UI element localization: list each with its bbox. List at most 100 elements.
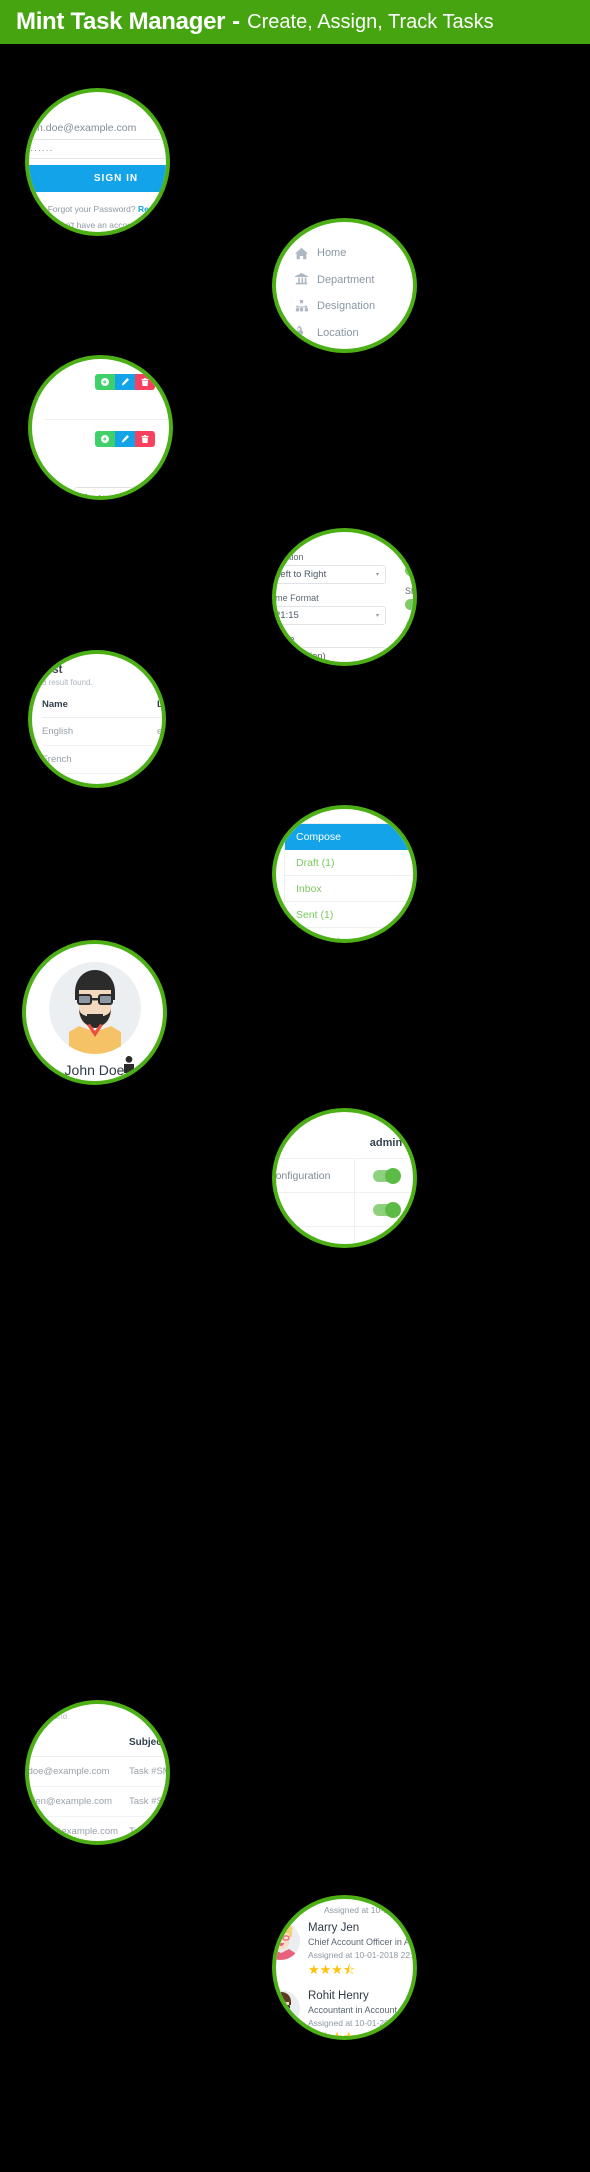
mail-item-label: Inbox [296, 882, 322, 895]
show-error-toggle[interactable] [405, 599, 413, 610]
chevron-down-icon: ▾ [375, 613, 379, 619]
forgot-password-label: Forgot your Password? [47, 204, 136, 214]
table-row[interactable]: marry.jen@example.com Task #SM0 [26, 1787, 170, 1817]
announcement-label: Announcem [405, 620, 417, 630]
per-page-select[interactable]: 5 per page ▼ [74, 487, 169, 500]
trash-icon[interactable] [135, 374, 155, 390]
cell-name: English [42, 726, 74, 737]
time-format-select[interactable]: 21:15 ▾ [276, 606, 386, 625]
bank-icon [294, 273, 308, 287]
table-row[interactable]: English en [42, 718, 163, 746]
direction-select[interactable]: Left to Right ▾ [276, 565, 386, 584]
sitemap-icon [294, 299, 308, 313]
app-title: Mint Task Manager [16, 8, 226, 35]
bubble-mail-nav: Compose Draft (1) Inbox Sent (1) Importa… [272, 805, 417, 943]
no-account-label: Don't have an account? [54, 220, 144, 231]
cell-for: marry.jen@example.com [26, 1796, 113, 1807]
sidebar-item-department[interactable]: Department [294, 267, 413, 294]
direction-label: Direction [274, 552, 304, 562]
column-header-admin: admin [369, 1137, 403, 1149]
chevron-down-icon: ▾ [375, 654, 379, 660]
announcement-toggle[interactable] [405, 633, 413, 644]
locale-value: English (en) [275, 651, 326, 662]
cell-for: rohit.henry@example.com [25, 1826, 119, 1837]
reset-password-link[interactable]: Reset here! [138, 204, 166, 214]
assigned-time: Assigned at 10-01-2018 22 [308, 2018, 411, 2028]
table-row[interactable]: rohit.henry@example.com Task #S [25, 1817, 166, 1841]
table-header: Name Locale [42, 699, 162, 718]
cell-subject: Task #SM0 [129, 1766, 170, 1777]
row-divider [44, 419, 169, 420]
column-header-name: Name [42, 699, 68, 710]
sidebar-item-label: Designation [317, 300, 376, 313]
sidebar-item-label: Location [317, 326, 359, 339]
mail-item-draft[interactable]: Draft (1) [285, 850, 413, 876]
cell-locale: Hi [157, 782, 166, 788]
sidebar-item-user[interactable]: User [294, 346, 413, 353]
mail-item-label: Draft (1) [296, 856, 335, 869]
admin-permission-toggle[interactable] [373, 1235, 401, 1244]
avatar-background [48, 962, 141, 1054]
permissions-row: Configuration [272, 1158, 413, 1193]
list-item[interactable]: Marry Jen Chief Account Officer in Ac As… [276, 1922, 415, 1983]
cell-name: Hindi [42, 782, 64, 788]
sign-up-link[interactable]: Sign up [146, 220, 166, 230]
bubble-main-nav: Home Department Designation Location [272, 218, 417, 353]
table-row[interactable]: john.doe@example.com Task #SM0 [25, 1757, 170, 1787]
screenshot-root: Mint Task Manager - Create, Assign, Trac… [0, 0, 590, 2172]
mail-item-compose[interactable]: Compose [285, 824, 413, 850]
table-row[interactable]: Hindi Hi [42, 774, 166, 788]
locale-select[interactable]: English (en) ▾ [275, 647, 386, 662]
sidebar-item-location[interactable]: Location [294, 320, 413, 347]
cell-for: john.doe@example.com [25, 1766, 110, 1777]
sidebar-item-home[interactable]: Home [294, 240, 413, 267]
chevron-down-icon: ▼ [156, 495, 162, 500]
arrow-circle-icon[interactable] [95, 431, 115, 447]
sidebar-item-designation[interactable]: Designation [294, 293, 413, 320]
person-icon [121, 1056, 137, 1080]
mail-folder-list: Compose Draft (1) Inbox Sent (1) Importa… [284, 823, 413, 940]
star-rating: ★★★⯪ [308, 1962, 356, 1977]
sign-in-button[interactable]: SIGN IN [29, 165, 166, 192]
bubble-sign-in: john.doe@example.com ........ SIGN IN Fo… [25, 88, 170, 236]
settings-left-column: Direction Left to Right ▾ Time Format 21… [274, 552, 388, 662]
male-avatar [276, 1990, 300, 2028]
assignee-role: Chief Account Officer in Ac [308, 1937, 415, 1947]
admin-permission-toggle[interactable] [373, 1201, 401, 1218]
pencil-icon[interactable] [115, 374, 135, 390]
table-row[interactable]: French Fr [42, 746, 162, 774]
mail-item-label: Sent (1) [296, 908, 334, 921]
pencil-icon[interactable] [115, 431, 135, 447]
list-item[interactable]: Rohit Henry Accountant in Account Assign… [276, 1990, 413, 2036]
arrow-circle-icon[interactable] [95, 374, 115, 390]
assignee-name: Rohit Henry [308, 1990, 369, 2002]
avatar [276, 1922, 300, 1960]
bubble-assignee-reviews: Assigned at 10-0 Marry Jen Chief Account… [272, 1895, 417, 2040]
admin-permission-toggle[interactable] [373, 1167, 401, 1184]
admin-toggle-cell [354, 1192, 413, 1227]
permission-label: Configuration [272, 1169, 331, 1182]
mode-label: Mode [405, 552, 417, 562]
permissions-header: admin user [276, 1128, 413, 1158]
review-body: Marry Jen Chief Account Officer in Ac As… [308, 1922, 415, 1983]
bubble-user-profile: John Doe Activated [22, 940, 167, 1085]
sign-in-links: Forgot your Password? Reset here! Don't … [29, 201, 166, 232]
bubble-locale-list: List 3 result found. Name Locale English… [28, 650, 166, 788]
assignee-name: Marry Jen [308, 1922, 360, 1934]
cell-subject: Task #SM0 [129, 1796, 170, 1807]
cell-locale: en [157, 726, 163, 737]
password-input[interactable]: ........ [29, 140, 166, 159]
mail-item-important[interactable]: Important [285, 928, 413, 940]
user-icon [294, 352, 308, 353]
mail-item-inbox[interactable]: Inbox [285, 876, 413, 902]
table-header: For Subject [29, 1737, 166, 1757]
female-avatar [276, 1922, 300, 1960]
mail-item-sent[interactable]: Sent (1) [285, 902, 413, 928]
trash-icon[interactable] [135, 431, 155, 447]
assignee-role: Accountant in Account [308, 2005, 398, 2015]
mode-toggle[interactable] [405, 565, 413, 576]
list-title: List [42, 664, 63, 676]
email-input[interactable]: john.doe@example.com [29, 118, 166, 140]
sidebar-item-label: Department [317, 273, 375, 286]
profile-name: John Doe [64, 1062, 125, 1078]
